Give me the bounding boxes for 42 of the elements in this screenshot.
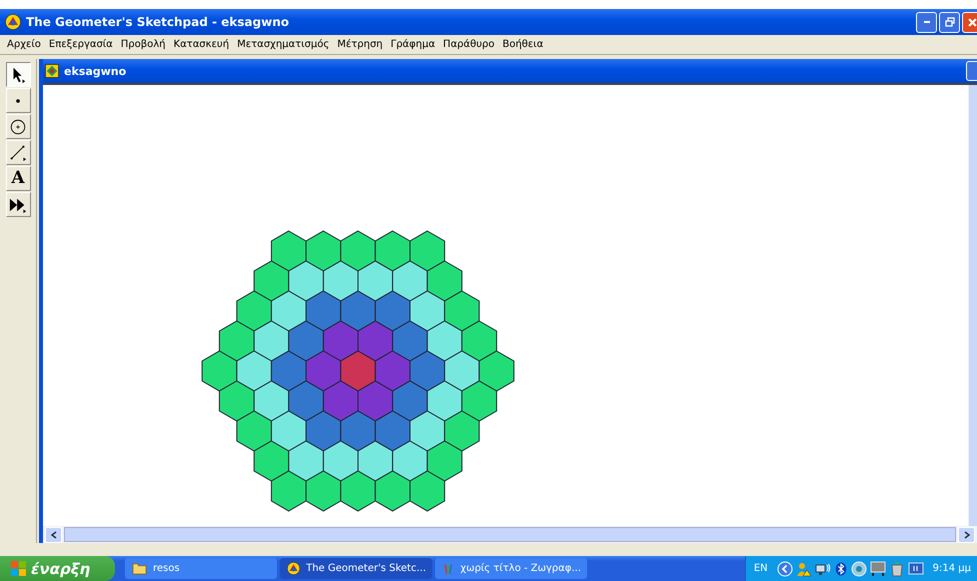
menu-item[interactable]: Βοήθεια — [502, 39, 544, 50]
clock: 9:14 μμ — [932, 563, 971, 574]
horizontal-scrollbar[interactable] — [43, 526, 977, 543]
restore-icon — [944, 17, 954, 27]
scroll-right-button[interactable] — [958, 526, 975, 542]
menu-item[interactable]: Παράθυρο — [443, 39, 494, 50]
menu-item[interactable]: Επεξεργασία — [48, 39, 113, 50]
expand-tray-icon[interactable] — [776, 560, 793, 576]
vertical-scrollbar[interactable] — [968, 85, 977, 526]
scroll-left-button[interactable] — [45, 526, 62, 542]
close-button[interactable] — [962, 12, 977, 32]
circle-icon — [9, 118, 27, 136]
close-icon — [968, 18, 977, 26]
minimize-icon — [924, 21, 930, 23]
menu-item[interactable]: Μετασχηματισμός — [237, 39, 330, 50]
tool-button[interactable] — [6, 62, 30, 87]
taskbar-button[interactable]: The Geometer's Sketc... — [280, 558, 432, 579]
segment-icon — [9, 144, 27, 162]
menu-item[interactable]: Κατασκευή — [174, 39, 230, 50]
display-icon[interactable] — [908, 560, 924, 576]
app-icon — [287, 561, 300, 576]
windows-logo-icon — [10, 560, 27, 577]
menu-item[interactable]: Αρχείο — [7, 39, 41, 50]
point-icon — [16, 98, 20, 102]
document-title: eksagwno — [64, 64, 128, 78]
sketch-icon — [45, 64, 59, 78]
window-title: The Geometer's Sketchpad - eksagwno — [26, 15, 290, 29]
menu-item[interactable]: Γράφημα — [390, 39, 436, 50]
taskbar-button[interactable]: resos — [125, 558, 277, 579]
paint-brushes-icon — [442, 561, 454, 576]
restore-button[interactable] — [939, 12, 960, 32]
taskbar-button[interactable]: χωρίς τίτλο - Ζωγραφ... — [435, 558, 587, 579]
menu-item[interactable]: Προβολή — [120, 39, 166, 50]
folder-icon — [132, 561, 147, 576]
app-icon — [5, 14, 21, 30]
bluetooth-icon[interactable] — [834, 560, 848, 576]
menu-item[interactable]: Μέτρηση — [337, 39, 383, 50]
recycle-bin-icon[interactable] — [888, 560, 905, 576]
tool-button[interactable]: A — [6, 166, 30, 191]
users-icon[interactable] — [796, 560, 812, 576]
monitor-icon[interactable] — [870, 560, 886, 576]
minimize-button[interactable] — [916, 12, 937, 32]
